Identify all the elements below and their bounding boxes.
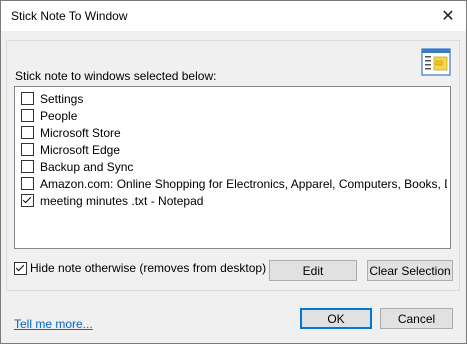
hide-note-option[interactable]: Hide note otherwise (removes from deskto… xyxy=(14,261,266,275)
list-item-label: meeting minutes .txt - Notepad xyxy=(40,193,204,208)
title-bar: Stick Note To Window ✕ xyxy=(1,1,466,31)
list-item[interactable]: Settings xyxy=(21,90,447,107)
ok-button[interactable]: OK xyxy=(300,308,372,329)
list-item[interactable]: Microsoft Store xyxy=(21,124,447,141)
tell-me-more-link[interactable]: Tell me more... xyxy=(14,317,93,331)
list-item-checkbox[interactable] xyxy=(21,109,34,122)
list-item-checkbox[interactable] xyxy=(21,143,34,156)
list-item-label: Amazon.com: Online Shopping for Electron… xyxy=(40,176,447,191)
close-icon[interactable]: ✕ xyxy=(436,4,460,28)
clear-selection-button[interactable]: Clear Selection xyxy=(367,260,453,281)
hide-note-checkbox[interactable] xyxy=(14,261,27,275)
list-item[interactable]: Microsoft Edge xyxy=(21,141,447,158)
list-item[interactable]: meeting minutes .txt - Notepad xyxy=(21,192,447,209)
window-title: Stick Note To Window xyxy=(11,9,128,23)
list-item[interactable]: Amazon.com: Online Shopping for Electron… xyxy=(21,175,447,192)
list-item-label: Microsoft Edge xyxy=(40,142,121,157)
sticky-note-window-icon xyxy=(421,48,451,76)
list-item-checkbox[interactable] xyxy=(21,160,34,173)
list-item-label: People xyxy=(40,108,78,123)
list-item-checkbox-checked[interactable] xyxy=(21,194,34,207)
window-listbox[interactable]: Settings People Microsoft Store Microsof… xyxy=(14,86,451,249)
edit-button[interactable]: Edit xyxy=(269,260,357,281)
hide-note-label: Hide note otherwise (removes from deskto… xyxy=(30,261,267,275)
cancel-button[interactable]: Cancel xyxy=(380,308,453,329)
list-label-text: Stick note to windows selected below: xyxy=(15,69,217,83)
list-item[interactable]: Backup and Sync xyxy=(21,158,447,175)
list-item-checkbox[interactable] xyxy=(21,126,34,139)
list-item-label: Microsoft Store xyxy=(40,125,121,140)
list-item-checkbox[interactable] xyxy=(21,177,34,190)
list-item[interactable]: People xyxy=(21,107,447,124)
list-label: Stick note to windows selected below: xyxy=(15,69,216,83)
list-item-label: Backup and Sync xyxy=(40,159,134,174)
list-item-label: Settings xyxy=(40,91,84,106)
list-item-checkbox[interactable] xyxy=(21,92,34,105)
